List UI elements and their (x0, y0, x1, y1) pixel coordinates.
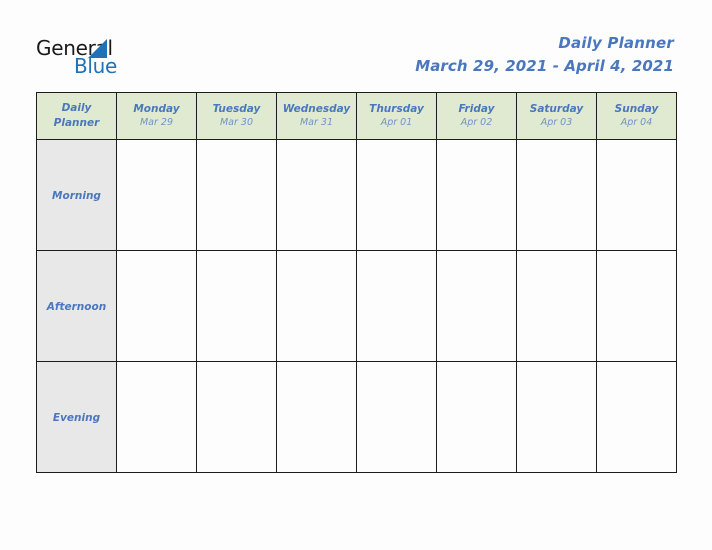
daily-planner-table: Daily Planner Monday Mar 29 Tuesday Mar 30 W… (36, 92, 677, 473)
planner-slot-text[interactable] (117, 362, 196, 472)
day-header-sunday: Sunday Apr 04 (596, 92, 677, 140)
planner-slot-text[interactable] (277, 362, 356, 472)
planner-slot-text[interactable] (437, 140, 516, 250)
day-name-label: Saturday (529, 102, 584, 115)
planner-slot-thursday-morning[interactable] (356, 139, 437, 251)
corner-label-line1: Daily (61, 102, 92, 115)
planner-slot-text[interactable] (197, 140, 276, 250)
planner-slot-sunday-evening[interactable] (596, 361, 677, 473)
row-label-evening: Evening (36, 361, 117, 473)
row-label-text: Morning (52, 190, 101, 202)
header-titles: Daily Planner March 29, 2021 - April 4, … (415, 32, 674, 77)
planner-slot-text[interactable] (597, 251, 676, 361)
planner-slot-text[interactable] (517, 140, 596, 250)
day-name-label: Wednesday (282, 102, 351, 115)
planner-slot-monday-afternoon[interactable] (116, 250, 197, 362)
day-name-label: Tuesday (212, 102, 261, 115)
day-date-label: Mar 29 (139, 116, 174, 128)
planner-slot-text[interactable] (597, 140, 676, 250)
day-header-monday: Monday Mar 29 (116, 92, 197, 140)
day-name-label: Sunday (614, 102, 659, 115)
planner-slot-tuesday-evening[interactable] (196, 361, 277, 473)
planner-slot-tuesday-afternoon[interactable] (196, 250, 277, 362)
planner-slot-thursday-afternoon[interactable] (356, 250, 437, 362)
planner-slot-monday-morning[interactable] (116, 139, 197, 251)
planner-slot-text[interactable] (517, 362, 596, 472)
day-date-label: Apr 04 (620, 116, 653, 128)
table-row: Evening (36, 361, 677, 473)
planner-slot-text[interactable] (437, 362, 516, 472)
day-date-label: Apr 01 (380, 116, 413, 128)
planner-slot-friday-evening[interactable] (436, 361, 517, 473)
planner-slot-text[interactable] (277, 140, 356, 250)
planner-slot-sunday-afternoon[interactable] (596, 250, 677, 362)
day-header-thursday: Thursday Apr 01 (356, 92, 437, 140)
day-date-label: Mar 30 (219, 116, 254, 128)
planner-slot-text[interactable] (117, 251, 196, 361)
table-row: Morning (36, 139, 677, 251)
day-header-saturday: Saturday Apr 03 (516, 92, 597, 140)
planner-slot-text[interactable] (437, 251, 516, 361)
planner-slot-wednesday-morning[interactable] (276, 139, 357, 251)
planner-slot-friday-afternoon[interactable] (436, 250, 517, 362)
date-range-subtitle: March 29, 2021 - April 4, 2021 (415, 56, 674, 75)
planner-slot-wednesday-afternoon[interactable] (276, 250, 357, 362)
brand-logo[interactable]: General Blue (36, 38, 216, 84)
day-date-label: Mar 31 (299, 116, 334, 128)
planner-slot-text[interactable] (597, 362, 676, 472)
day-name-label: Thursday (369, 102, 424, 115)
planner-slot-text[interactable] (357, 140, 436, 250)
planner-slot-friday-morning[interactable] (436, 139, 517, 251)
day-header-wednesday: Wednesday Mar 31 (276, 92, 357, 140)
day-date-label: Apr 03 (540, 116, 573, 128)
planner-slot-thursday-evening[interactable] (356, 361, 437, 473)
planner-slot-text[interactable] (357, 362, 436, 472)
planner-slot-wednesday-evening[interactable] (276, 361, 357, 473)
planner-slot-text[interactable] (357, 251, 436, 361)
row-label-text: Evening (52, 412, 101, 424)
brand-word-blue: Blue (74, 54, 118, 78)
day-header-tuesday: Tuesday Mar 30 (196, 92, 277, 140)
table-row: Afternoon (36, 250, 677, 362)
day-date-label: Apr 02 (460, 116, 493, 128)
day-name-label: Monday (133, 102, 180, 115)
table-corner-header: Daily Planner (36, 92, 117, 140)
row-label-morning: Morning (36, 139, 117, 251)
planner-slot-saturday-evening[interactable] (516, 361, 597, 473)
row-label-afternoon: Afternoon (36, 250, 117, 362)
row-label-text: Afternoon (46, 301, 107, 313)
planner-slot-text[interactable] (117, 140, 196, 250)
planner-slot-text[interactable] (277, 251, 356, 361)
planner-slot-saturday-afternoon[interactable] (516, 250, 597, 362)
planner-slot-monday-evening[interactable] (116, 361, 197, 473)
planner-slot-text[interactable] (517, 251, 596, 361)
page-header: General Blue Daily Planner March 29, 202… (0, 0, 712, 90)
planner-slot-tuesday-morning[interactable] (196, 139, 277, 251)
page-title: Daily Planner (558, 34, 674, 52)
day-header-friday: Friday Apr 02 (436, 92, 517, 140)
day-name-label: Friday (458, 102, 495, 115)
planner-slot-text[interactable] (197, 362, 276, 472)
planner-slot-text[interactable] (197, 251, 276, 361)
planner-slot-saturday-morning[interactable] (516, 139, 597, 251)
planner-slot-sunday-morning[interactable] (596, 139, 677, 251)
table-header-row: Daily Planner Monday Mar 29 Tuesday Mar 30 W… (36, 92, 677, 140)
corner-label-line2: Planner (53, 117, 100, 129)
